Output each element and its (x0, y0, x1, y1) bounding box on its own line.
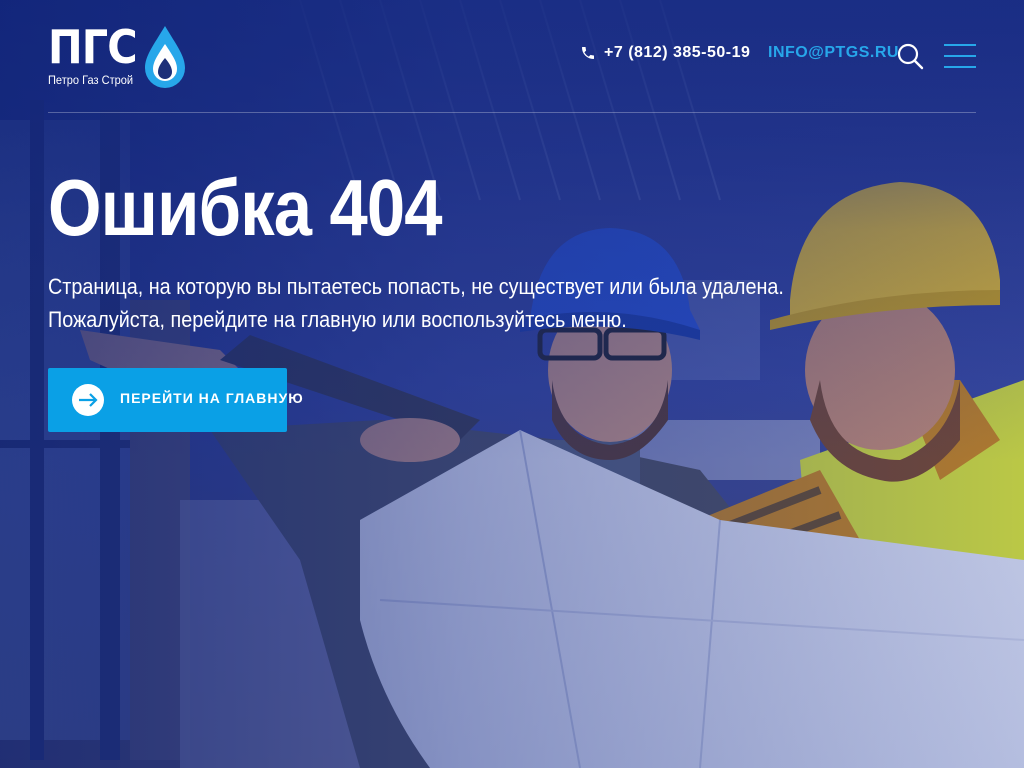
search-icon[interactable] (896, 42, 924, 70)
logo-tagline: Петро Газ Строй (48, 73, 134, 87)
gas-drop-icon (145, 26, 185, 88)
logo-wordmark: ПГС (48, 20, 138, 74)
email-link[interactable]: INFO@PTGS.RU (768, 44, 899, 62)
site-header: ПГС Петро Газ Строй +7 (812) 385-50-19 I… (48, 20, 976, 113)
go-home-button-label: ПЕРЕЙТИ НА ГЛАВНУЮ (120, 390, 304, 406)
logo[interactable]: ПГС Петро Газ Строй (48, 20, 188, 92)
error-description: Страница, на которую вы пытаетесь попаст… (48, 274, 784, 332)
phone-number: +7 (812) 385-50-19 (604, 44, 751, 61)
phone-contact[interactable]: +7 (812) 385-50-19 (580, 44, 750, 62)
page-title: Ошибка 404 (48, 163, 443, 252)
hamburger-menu-icon[interactable] (944, 44, 976, 68)
phone-icon (582, 47, 594, 59)
arrow-right-icon (72, 384, 104, 416)
go-home-button[interactable]: ПЕРЕЙТИ НА ГЛАВНУЮ (48, 368, 303, 432)
